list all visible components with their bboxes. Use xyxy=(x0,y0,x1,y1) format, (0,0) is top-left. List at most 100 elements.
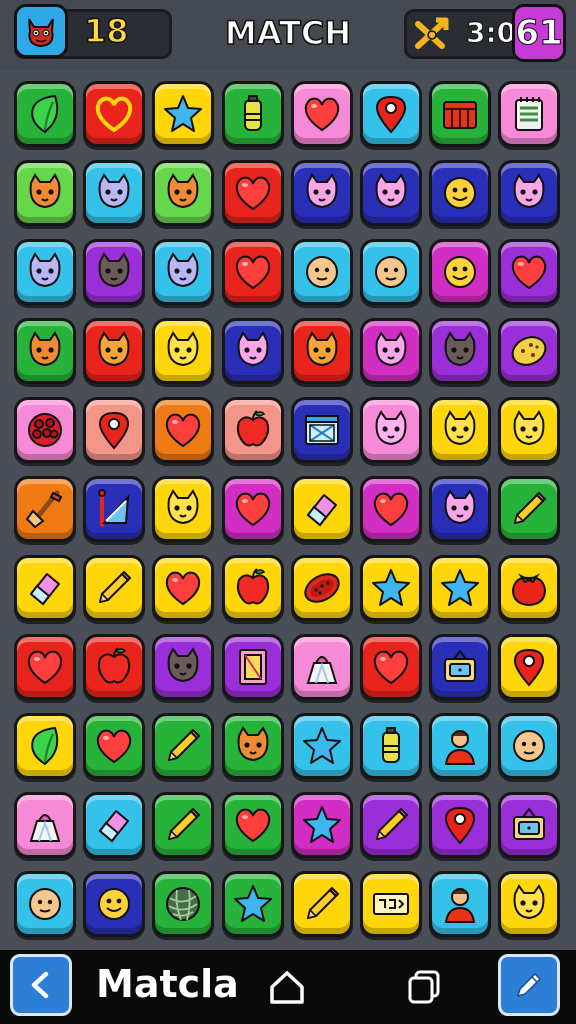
game-tile[interactable] xyxy=(429,713,492,779)
game-tile[interactable] xyxy=(429,634,492,700)
notepad-icon xyxy=(515,97,544,131)
game-tile[interactable] xyxy=(429,81,492,147)
heart-icon xyxy=(235,255,270,290)
game-tile[interactable] xyxy=(498,871,561,937)
game-tile[interactable] xyxy=(429,397,492,463)
tomato-icon xyxy=(512,573,547,607)
game-tile[interactable] xyxy=(14,81,76,147)
home-icon[interactable] xyxy=(266,966,308,1008)
game-tile[interactable] xyxy=(360,160,422,226)
game-tile[interactable] xyxy=(290,81,353,147)
game-tile[interactable] xyxy=(498,555,561,621)
game-tile[interactable] xyxy=(360,81,422,147)
game-tile[interactable] xyxy=(429,239,492,305)
game-tile[interactable] xyxy=(429,318,492,384)
game-tile[interactable] xyxy=(14,160,76,226)
game-tile[interactable] xyxy=(221,81,284,147)
game-tile[interactable] xyxy=(290,160,353,226)
game-tile[interactable] xyxy=(83,318,146,384)
game-tile[interactable] xyxy=(83,713,146,779)
game-tile[interactable] xyxy=(360,634,422,700)
game-tile[interactable] xyxy=(429,476,492,542)
game-tile[interactable] xyxy=(152,792,215,858)
game-tile[interactable] xyxy=(221,476,284,542)
game-tile[interactable] xyxy=(498,713,561,779)
game-tile[interactable] xyxy=(14,634,76,700)
game-tile[interactable] xyxy=(290,239,353,305)
game-tile[interactable] xyxy=(360,318,422,384)
game-tile[interactable] xyxy=(360,792,422,858)
game-tile[interactable] xyxy=(221,555,284,621)
game-tile[interactable] xyxy=(360,397,422,463)
game-tile[interactable] xyxy=(152,81,215,147)
game-tile[interactable] xyxy=(429,792,492,858)
game-tile[interactable] xyxy=(152,318,215,384)
broom-icon xyxy=(25,490,63,529)
game-tile[interactable] xyxy=(152,634,215,700)
game-tile[interactable] xyxy=(221,871,284,937)
game-tile[interactable] xyxy=(290,397,353,463)
game-tile[interactable] xyxy=(83,792,146,858)
game-tile[interactable] xyxy=(360,555,422,621)
game-tile[interactable] xyxy=(360,476,422,542)
game-tile[interactable] xyxy=(83,555,146,621)
game-tile[interactable] xyxy=(498,81,561,147)
game-tile[interactable] xyxy=(290,792,353,858)
cat-icon xyxy=(98,173,130,209)
game-tile[interactable] xyxy=(83,871,146,937)
game-tile[interactable] xyxy=(14,318,76,384)
game-tile[interactable] xyxy=(83,397,146,463)
game-tile[interactable] xyxy=(83,239,146,305)
game-tile[interactable] xyxy=(429,160,492,226)
game-tile[interactable] xyxy=(498,634,561,700)
game-tile[interactable] xyxy=(290,555,353,621)
back-button[interactable] xyxy=(10,954,72,1016)
game-tile[interactable] xyxy=(290,476,353,542)
game-tile[interactable] xyxy=(498,318,561,384)
game-tile[interactable] xyxy=(14,239,76,305)
game-tile[interactable] xyxy=(83,476,146,542)
game-tile[interactable] xyxy=(152,476,215,542)
game-tile[interactable] xyxy=(14,555,76,621)
game-tile[interactable] xyxy=(290,871,353,937)
game-tile[interactable] xyxy=(290,713,353,779)
game-tile[interactable] xyxy=(360,871,422,937)
game-tile[interactable] xyxy=(83,160,146,226)
game-tile[interactable] xyxy=(498,160,561,226)
cat-icon xyxy=(375,173,407,209)
game-tile[interactable] xyxy=(14,713,76,779)
game-tile[interactable] xyxy=(221,239,284,305)
game-tile[interactable] xyxy=(14,397,76,463)
game-tile[interactable] xyxy=(152,713,215,779)
pencil-icon xyxy=(375,807,409,841)
game-tile[interactable] xyxy=(498,239,561,305)
game-tile[interactable] xyxy=(429,871,492,937)
game-tile[interactable] xyxy=(221,792,284,858)
game-tile[interactable] xyxy=(360,713,422,779)
game-tile[interactable] xyxy=(221,713,284,779)
game-tile[interactable] xyxy=(498,792,561,858)
game-tile[interactable] xyxy=(221,160,284,226)
game-tile[interactable] xyxy=(498,476,561,542)
game-tile[interactable] xyxy=(152,555,215,621)
heart-icon xyxy=(512,255,547,290)
edit-button[interactable] xyxy=(498,954,560,1016)
game-tile[interactable] xyxy=(221,397,284,463)
game-tile[interactable] xyxy=(429,555,492,621)
game-tile[interactable] xyxy=(152,397,215,463)
game-tile[interactable] xyxy=(290,634,353,700)
game-tile[interactable] xyxy=(152,871,215,937)
recent-apps-icon[interactable] xyxy=(406,968,444,1006)
game-tile[interactable] xyxy=(14,476,76,542)
game-tile[interactable] xyxy=(14,871,76,937)
game-tile[interactable] xyxy=(221,634,284,700)
game-tile[interactable] xyxy=(498,397,561,463)
game-tile[interactable] xyxy=(83,81,146,147)
game-tile[interactable] xyxy=(221,318,284,384)
game-tile[interactable] xyxy=(14,792,76,858)
game-tile[interactable] xyxy=(152,160,215,226)
game-tile[interactable] xyxy=(152,239,215,305)
game-tile[interactable] xyxy=(290,318,353,384)
game-tile[interactable] xyxy=(83,634,146,700)
game-tile[interactable] xyxy=(360,239,422,305)
